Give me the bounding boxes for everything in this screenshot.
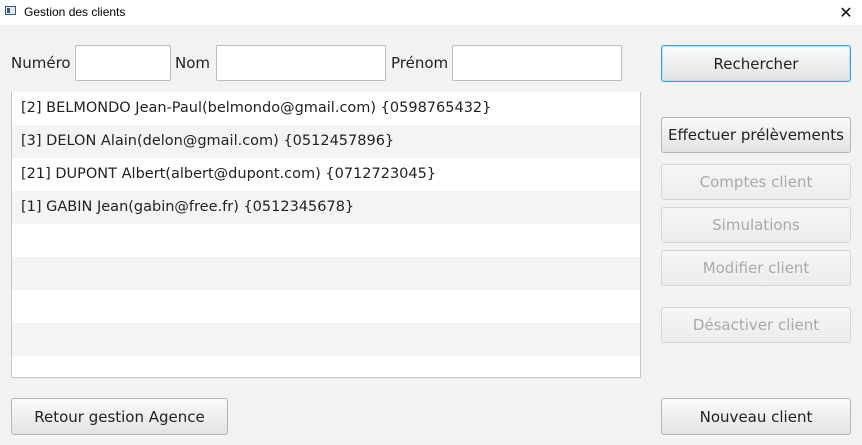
- list-item[interactable]: [21] DUPONT Albert(albert@dupont.com) {0…: [12, 158, 640, 191]
- empty-list-row: [12, 323, 640, 356]
- desactiver-client-button[interactable]: Désactiver client: [661, 307, 851, 343]
- retour-gestion-agence-button[interactable]: Retour gestion Agence: [11, 398, 228, 435]
- numero-input[interactable]: [75, 45, 171, 81]
- client-list[interactable]: [2] BELMONDO Jean-Paul(belmondo@gmail.co…: [11, 92, 641, 378]
- title-bar: Gestion des clients ✕: [0, 0, 862, 25]
- app-icon: [5, 6, 16, 15]
- search-button[interactable]: Rechercher: [661, 45, 851, 82]
- modifier-client-button[interactable]: Modifier client: [661, 250, 851, 286]
- empty-list-row: [12, 290, 640, 323]
- effectuer-prelevements-button[interactable]: Effectuer prélèvements: [661, 117, 851, 153]
- nom-label: Nom: [175, 54, 211, 72]
- simulations-button[interactable]: Simulations: [661, 207, 851, 243]
- prenom-input[interactable]: [452, 45, 622, 81]
- nouveau-client-button[interactable]: Nouveau client: [661, 398, 851, 435]
- close-icon[interactable]: ✕: [830, 0, 862, 25]
- empty-list-row: [12, 224, 640, 257]
- empty-list-row: [12, 356, 640, 377]
- list-item[interactable]: [1] GABIN Jean(gabin@free.fr) {051234567…: [12, 191, 640, 224]
- empty-list-row: [12, 257, 640, 290]
- window-title: Gestion des clients: [24, 5, 126, 19]
- list-item[interactable]: [3] DELON Alain(delon@gmail.com) {051245…: [12, 125, 640, 158]
- numero-label: Numéro: [11, 54, 71, 72]
- list-item[interactable]: [2] BELMONDO Jean-Paul(belmondo@gmail.co…: [12, 92, 640, 125]
- prenom-label: Prénom: [391, 54, 449, 72]
- nom-input[interactable]: [216, 45, 386, 81]
- comptes-client-button[interactable]: Comptes client: [661, 164, 851, 200]
